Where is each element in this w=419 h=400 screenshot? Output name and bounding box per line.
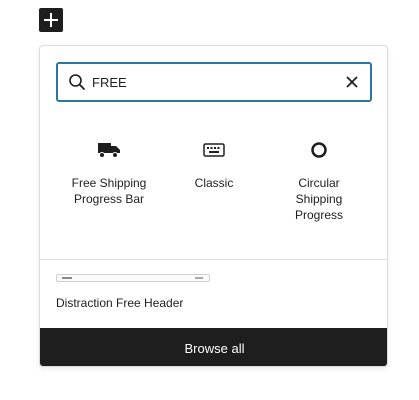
block-inserter-stage: Free Shipping Progress Bar Classic <box>0 0 419 400</box>
block-classic[interactable]: Classic <box>164 138 264 191</box>
block-label: Free Shipping Progress Bar <box>71 176 147 206</box>
pattern-label: Distraction Free Header <box>56 296 184 310</box>
inserter-popover: Free Shipping Progress Bar Classic <box>39 45 388 367</box>
pattern-thumbnail <box>56 274 210 282</box>
keyboard-icon <box>203 143 225 157</box>
block-free-shipping-progress-bar[interactable]: Free Shipping Progress Bar <box>59 138 159 207</box>
block-circular-shipping-progress[interactable]: Circular Shipping Progress <box>269 138 369 223</box>
search-box <box>56 62 372 102</box>
search-input[interactable] <box>92 74 332 90</box>
section-divider <box>40 259 387 260</box>
close-icon[interactable] <box>344 74 360 90</box>
circle-icon <box>311 142 327 158</box>
add-block-button[interactable] <box>39 8 63 32</box>
pattern-distraction-free-header[interactable]: Distraction Free Header <box>56 274 216 310</box>
block-label: Circular Shipping Progress <box>294 176 344 222</box>
block-label: Classic <box>194 176 234 190</box>
plus-icon <box>44 13 58 27</box>
browse-all-button[interactable]: Browse all <box>40 328 387 366</box>
truck-icon <box>98 143 120 158</box>
search-icon <box>69 74 85 90</box>
